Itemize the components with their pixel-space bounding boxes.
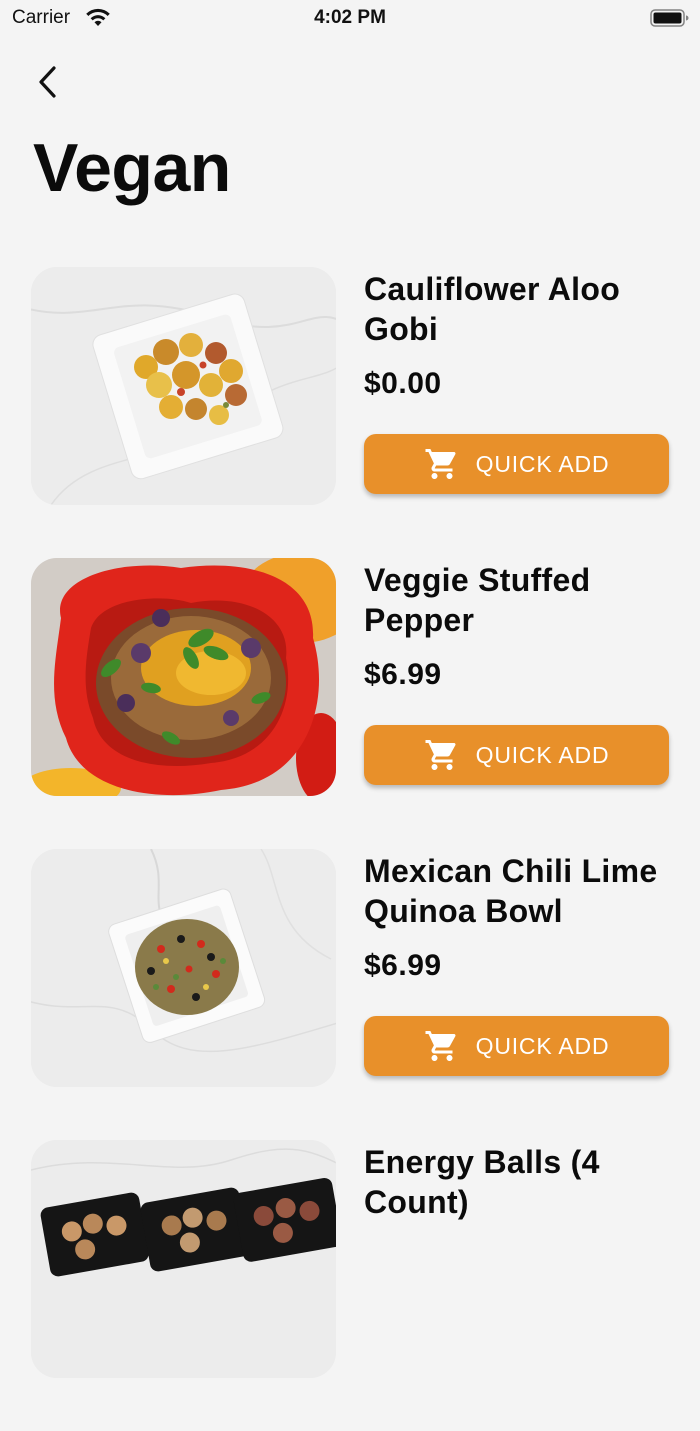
battery-icon — [650, 8, 690, 28]
product-card: Energy Balls (4 Count) — [0, 1140, 700, 1378]
quick-add-button[interactable]: QUICK ADD — [364, 725, 669, 785]
product-card: Mexican Chili Lime Quinoa Bowl $6.99 QUI… — [0, 849, 700, 1087]
quick-add-label: QUICK ADD — [475, 1032, 610, 1059]
quick-add-button[interactable]: QUICK ADD — [364, 434, 669, 494]
stuffed-pepper-dish-image — [31, 558, 336, 796]
product-name[interactable]: Energy Balls (4 Count) — [364, 1142, 684, 1222]
status-time: 4:02 PM — [314, 7, 386, 28]
product-name[interactable]: Mexican Chili Lime Quinoa Bowl — [364, 851, 684, 931]
cart-icon — [424, 446, 460, 482]
product-image[interactable] — [31, 1140, 336, 1378]
chevron-left-icon — [39, 66, 56, 98]
product-name[interactable]: Veggie Stuffed Pepper — [364, 560, 684, 640]
quick-add-label: QUICK ADD — [475, 741, 610, 768]
product-image[interactable] — [31, 558, 336, 796]
quick-add-button[interactable]: QUICK ADD — [364, 1016, 669, 1076]
product-price: $6.99 — [364, 949, 442, 982]
product-name[interactable]: Cauliflower Aloo Gobi — [364, 269, 684, 349]
aloo-gobi-dish-image — [31, 267, 336, 505]
cart-icon — [424, 1028, 460, 1064]
page-title: Vegan — [33, 130, 231, 206]
product-card: Veggie Stuffed Pepper $6.99 QUICK ADD — [0, 558, 700, 796]
cart-icon — [424, 737, 460, 773]
status-bar: Carrier 4:02 PM — [0, 0, 700, 36]
product-price: $0.00 — [364, 367, 442, 400]
energy-balls-dish-image — [31, 1140, 336, 1378]
product-price: $6.99 — [364, 658, 442, 691]
back-button[interactable] — [26, 60, 70, 104]
quinoa-bowl-dish-image — [31, 849, 336, 1087]
product-image[interactable] — [31, 849, 336, 1087]
product-card: Cauliflower Aloo Gobi $0.00 QUICK ADD — [0, 267, 700, 505]
quick-add-label: QUICK ADD — [475, 450, 610, 477]
product-image[interactable] — [31, 267, 336, 505]
product-list: Cauliflower Aloo Gobi $0.00 QUICK ADD Ve… — [0, 267, 700, 1431]
